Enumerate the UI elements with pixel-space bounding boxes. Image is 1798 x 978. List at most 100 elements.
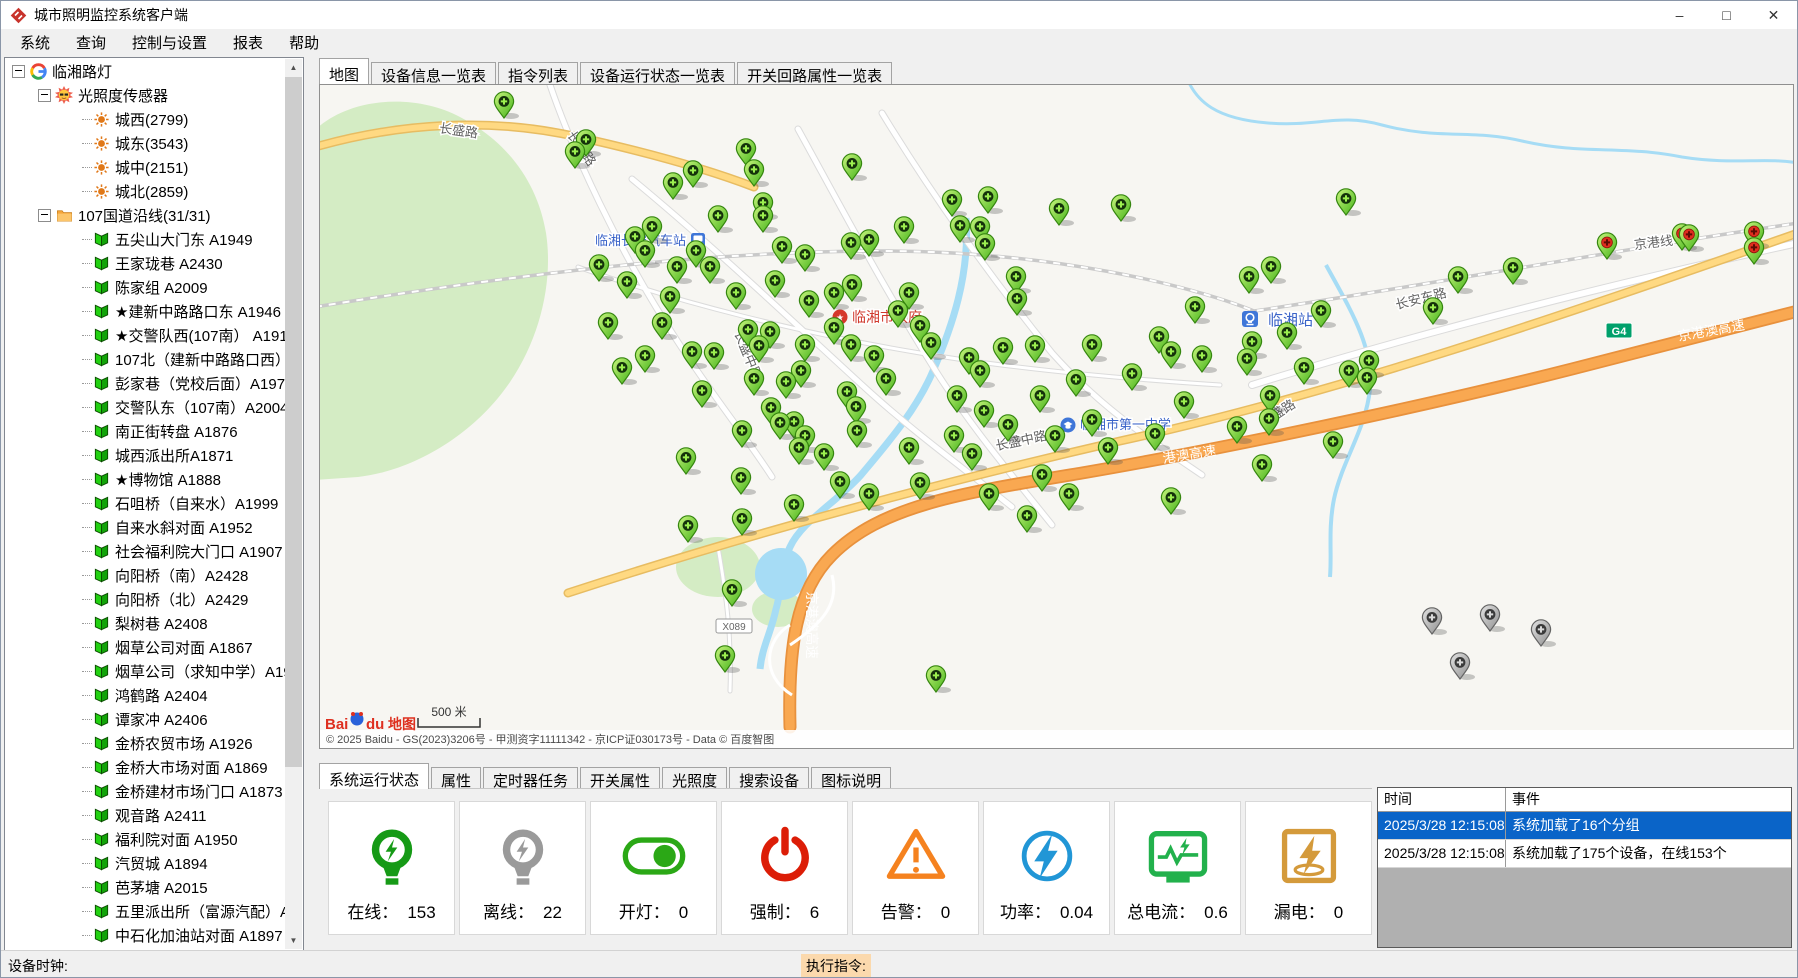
map-pin-online[interactable]: [772, 237, 797, 264]
bottom-tab-3[interactable]: 开关属性: [580, 767, 660, 789]
tree-item-device[interactable]: 陈家组 A2009: [6, 275, 285, 299]
map-pin-online[interactable]: [842, 275, 867, 302]
tree-item-device[interactable]: 彭家巷（党校后面）A1977: [6, 371, 285, 395]
tree-item-device[interactable]: 金桥大市场对面 A1869: [6, 755, 285, 779]
map-pin-online[interactable]: [731, 468, 756, 495]
map-pin-online[interactable]: [876, 369, 901, 396]
map-pin-online[interactable]: [652, 313, 677, 340]
scroll-down-icon[interactable]: ▼: [285, 932, 302, 949]
map-pin-online[interactable]: [846, 397, 871, 424]
tree-item-device[interactable]: 王家珑巷 A2430: [6, 251, 285, 275]
event-log-row[interactable]: 2025/3/28 12:15:08 系统加载了175个设备，在线153个: [1378, 840, 1791, 868]
bottom-tab-1[interactable]: 属性: [431, 767, 481, 789]
tree-item-device[interactable]: 自来水斜对面 A1952: [6, 515, 285, 539]
map-pin-online[interactable]: [947, 386, 972, 413]
map-pin-online[interactable]: [894, 217, 919, 244]
tree-item-device[interactable]: 汽贸城 A1894: [6, 851, 285, 875]
map-pin-online[interactable]: [978, 187, 1003, 214]
map-pin-online[interactable]: [708, 206, 733, 233]
map-pin-online[interactable]: [1323, 432, 1348, 459]
map-pin-online[interactable]: [1049, 199, 1074, 226]
tree-item-device[interactable]: 金桥建材市场门口 A1873: [6, 779, 285, 803]
tree-item-device[interactable]: 南正街转盘 A1876: [6, 419, 285, 443]
tree-item-device[interactable]: 社会福利院大门口 A1907: [6, 539, 285, 563]
menu-item[interactable]: 报表: [220, 29, 276, 56]
tree-item-device[interactable]: 中石化加油站对面 A1897: [6, 923, 285, 947]
collapse-icon[interactable]: [12, 65, 25, 78]
map-pin-online[interactable]: [732, 421, 757, 448]
map-pin-online[interactable]: [1111, 195, 1136, 222]
map-pin-online[interactable]: [663, 173, 688, 200]
tree-item-device[interactable]: 烟草公司（求知中学）A1933: [6, 659, 285, 683]
map-pin-online[interactable]: [1261, 257, 1286, 284]
map-pin-online[interactable]: [715, 646, 740, 673]
menu-item[interactable]: 查询: [63, 29, 119, 56]
map-pin-offline[interactable]: [1531, 620, 1556, 647]
map-pin-online[interactable]: [974, 401, 999, 428]
minimize-button[interactable]: –: [1656, 1, 1703, 29]
tree-item-sensor[interactable]: 城东(3543): [6, 131, 285, 155]
tree-item-device[interactable]: 向阳桥（南）A2428: [6, 563, 285, 587]
map-pin-offline[interactable]: [1422, 608, 1447, 635]
tree-item-device[interactable]: 金桥农贸市场 A1926: [6, 731, 285, 755]
scrollbar-thumb[interactable]: [285, 77, 302, 767]
tree-item-device[interactable]: ★建新中路路口东 A1946（辅道灯）: [6, 299, 285, 323]
tree-item-device[interactable]: 福利院对面 A1950: [6, 827, 285, 851]
map-pin-online[interactable]: [676, 448, 701, 475]
collapse-icon[interactable]: [38, 89, 51, 102]
map-pin-online[interactable]: [847, 421, 872, 448]
bottom-tab-6[interactable]: 图标说明: [811, 767, 891, 789]
tree-item-sensor[interactable]: 城西(2799): [6, 107, 285, 131]
map-pin-online[interactable]: [899, 438, 924, 465]
tree-item-device[interactable]: 交警队东（107南）A2004: [6, 395, 285, 419]
map-pin-online[interactable]: [635, 346, 660, 373]
tree-item-device[interactable]: 芭茅塘 A2015: [6, 875, 285, 899]
map-tab-3[interactable]: 设备运行状态一览表: [580, 62, 735, 84]
map-pin-online[interactable]: [1030, 386, 1055, 413]
map-pin-online[interactable]: [1161, 342, 1186, 369]
map-pin-online[interactable]: [1423, 298, 1448, 325]
map-pin-online[interactable]: [598, 313, 623, 340]
tree-item-device[interactable]: 鸿鹤路 A2404: [6, 683, 285, 707]
map-pin-online[interactable]: [732, 509, 757, 536]
map-pin-online[interactable]: [1237, 349, 1262, 376]
map-pin-offline[interactable]: [1480, 605, 1505, 632]
map-pin-online[interactable]: [1185, 297, 1210, 324]
map-pin-online[interactable]: [765, 271, 790, 298]
scroll-up-icon[interactable]: ▲: [285, 59, 302, 76]
menu-item[interactable]: 帮助: [276, 29, 332, 56]
event-log-row[interactable]: 2025/3/28 12:15:08 系统加载了16个分组: [1378, 812, 1791, 840]
map-pin-online[interactable]: [678, 516, 703, 543]
menu-item[interactable]: 控制与设置: [119, 29, 220, 56]
map-tab-1[interactable]: 设备信息一览表: [371, 62, 496, 84]
map-tab-4[interactable]: 开关回路属性一览表: [737, 62, 892, 84]
close-button[interactable]: ✕: [1750, 1, 1797, 29]
map-pin-online[interactable]: [726, 283, 751, 310]
bottom-tab-0[interactable]: 系统运行状态: [319, 763, 429, 789]
tree-item-device[interactable]: 烟草公司对面 A1867: [6, 635, 285, 659]
map-pin-offline[interactable]: [1450, 653, 1475, 680]
map-pin-online[interactable]: [1174, 392, 1199, 419]
bottom-tab-4[interactable]: 光照度: [662, 767, 727, 789]
tree-group-road[interactable]: 107国道沿线(31/31): [6, 203, 285, 227]
event-col-event[interactable]: 事件: [1506, 788, 1791, 811]
map-pin-online[interactable]: [589, 255, 614, 282]
map-pin-online[interactable]: [1336, 189, 1361, 216]
map-pin-online[interactable]: [1252, 455, 1277, 482]
tree-item-device[interactable]: 谭家冲 A2406: [6, 707, 285, 731]
map-canvas[interactable]: ★: [320, 85, 1793, 748]
tree-item-device[interactable]: 石咀桥（自来水）A1999: [6, 491, 285, 515]
map-pin-online[interactable]: [841, 335, 866, 362]
map-pin-online[interactable]: [1192, 346, 1217, 373]
map-pin-online[interactable]: [1503, 258, 1528, 285]
map-pin-online[interactable]: [700, 257, 725, 284]
map-pin-online[interactable]: [744, 369, 769, 396]
tree-item-device[interactable]: 向阳桥（北）A2429: [6, 587, 285, 611]
menu-item[interactable]: 系统: [7, 29, 63, 56]
tree-item-device[interactable]: 观音路 A2411: [6, 803, 285, 827]
map-pin-online[interactable]: [494, 92, 519, 119]
map-tab-0[interactable]: 地图: [319, 58, 369, 84]
map-pin-online[interactable]: [993, 338, 1018, 365]
map-tab-2[interactable]: 指令列表: [498, 62, 578, 84]
map-pin-online[interactable]: [814, 444, 839, 471]
